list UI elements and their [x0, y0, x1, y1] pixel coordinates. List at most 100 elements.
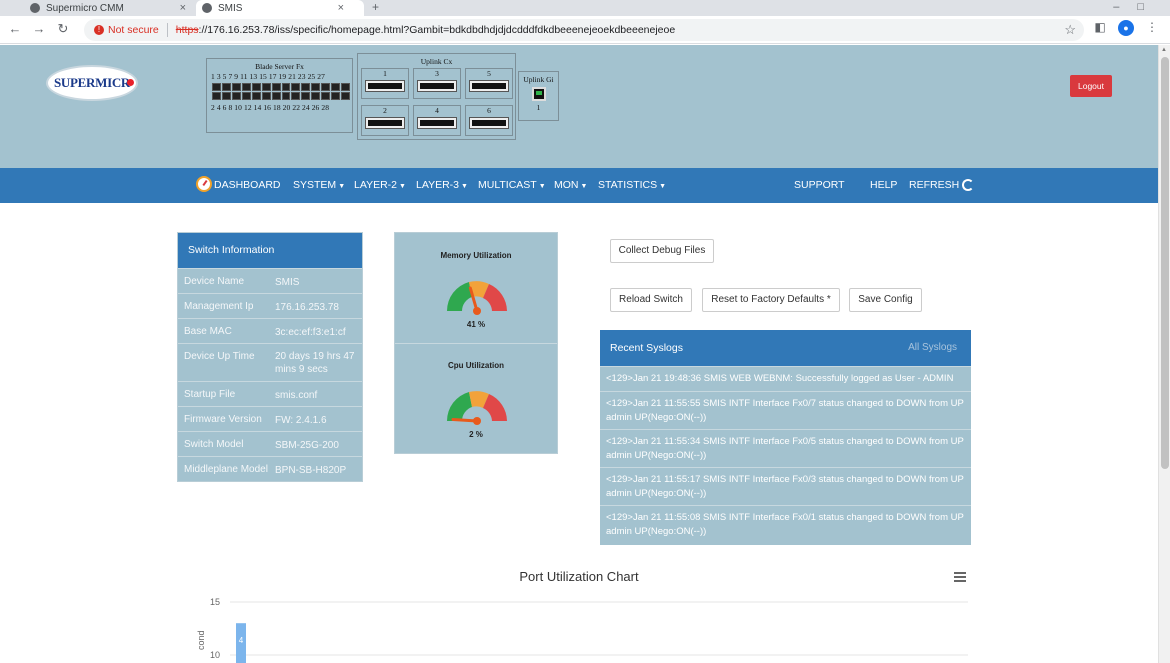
menu-icon[interactable]: ⋮: [1144, 20, 1160, 36]
all-syslogs-link[interactable]: All Syslogs: [908, 330, 957, 366]
blade-port[interactable]: [321, 83, 331, 91]
profile-avatar-icon[interactable]: ●: [1118, 20, 1134, 36]
forward-icon[interactable]: →: [30, 20, 48, 38]
nav-system[interactable]: SYSTEM ▼: [293, 168, 345, 204]
blade-port[interactable]: [251, 92, 261, 100]
caret-down-icon: ▼: [659, 183, 667, 190]
blade-port[interactable]: [341, 92, 350, 100]
blade-port[interactable]: [301, 92, 311, 100]
caret-down-icon: ▼: [338, 183, 346, 190]
blade-port[interactable]: [271, 83, 281, 91]
blade-port[interactable]: [321, 92, 331, 100]
nav-refresh[interactable]: REFRESH: [909, 168, 975, 203]
blade-port[interactable]: [212, 83, 221, 91]
close-icon[interactable]: ×: [338, 0, 344, 16]
uplink-gi-panel: Uplink Gi 1: [518, 71, 559, 121]
url-input[interactable]: ! Not secure https ://176.16.253.78/iss/…: [84, 19, 1084, 41]
switch-info-title: Switch Information: [178, 233, 362, 268]
nav-label: MULTICAST: [478, 179, 537, 191]
uplink-cx-port[interactable]: 1: [361, 68, 409, 99]
nav-multicast[interactable]: MULTICAST ▼: [478, 168, 546, 204]
blade-port[interactable]: [291, 92, 301, 100]
syslog-entry: <129>Jan 21 11:55:08 SMIS INTF Interface…: [600, 505, 971, 543]
scrollbar-thumb[interactable]: [1161, 57, 1169, 469]
uplink-cx-port[interactable]: 5: [465, 68, 513, 99]
port-jack-icon: [365, 80, 405, 92]
memory-gauge-dial: [446, 281, 507, 315]
not-secure-label[interactable]: Not secure: [108, 24, 159, 36]
nav-layer-3[interactable]: LAYER-3 ▼: [416, 168, 468, 204]
nav-statistics[interactable]: STATISTICS ▼: [598, 168, 666, 204]
gauge-value: 41 %: [466, 320, 486, 329]
blade-port[interactable]: [311, 92, 321, 100]
info-row: Firmware Version FW: 2.4.1.6: [178, 406, 362, 431]
blade-port[interactable]: [291, 83, 301, 91]
blade-port[interactable]: [341, 83, 350, 91]
uplink-gi-port-icon[interactable]: [531, 87, 546, 101]
close-icon[interactable]: ×: [180, 0, 186, 16]
back-icon[interactable]: ←: [6, 20, 24, 38]
port-number: 2: [383, 106, 387, 115]
gauge-hub: [473, 417, 481, 425]
blade-port[interactable]: [301, 83, 311, 91]
uplink-cx-port[interactable]: 3: [413, 68, 461, 99]
bookmark-star-icon[interactable]: ☆: [1064, 22, 1076, 38]
info-row: Management Ip 176.16.253.78: [178, 293, 362, 318]
cpu-gauge-dial: [446, 391, 507, 425]
new-tab-button[interactable]: +: [372, 0, 379, 14]
blade-port[interactable]: [231, 92, 241, 100]
nav-help[interactable]: HELP: [870, 168, 897, 203]
nav-dashboard[interactable]: DASHBOARD: [196, 168, 281, 203]
blade-port[interactable]: [271, 92, 281, 100]
tab-smis[interactable]: SMIS ×: [196, 0, 364, 16]
port-jack-icon: [417, 117, 457, 129]
uplink-cx-port[interactable]: 4: [413, 105, 461, 136]
blade-port[interactable]: [331, 83, 341, 91]
chart-menu-icon[interactable]: [954, 572, 966, 584]
app-header: SUPERMICR Blade Server Fx 1 3 5 7 9 11 1…: [0, 45, 1158, 168]
info-key: Device Up Time: [184, 351, 255, 362]
scroll-up-icon[interactable]: ▲: [1161, 47, 1167, 53]
info-key: Switch Model: [184, 439, 244, 450]
info-key: Startup File: [184, 389, 236, 400]
info-key: Management Ip: [184, 301, 254, 312]
warning-icon: !: [94, 25, 104, 35]
uplink-cx-port[interactable]: 2: [361, 105, 409, 136]
port-number: 1: [383, 69, 387, 78]
side-panel-icon[interactable]: ◧: [1092, 20, 1108, 36]
reload-icon[interactable]: ↻: [54, 20, 72, 38]
window-controls[interactable]: –□: [1113, 0, 1162, 14]
logout-button[interactable]: Logout: [1070, 75, 1112, 97]
gauge-hub: [473, 307, 481, 315]
tab-title: Supermicro CMM: [46, 2, 124, 14]
save-config-button[interactable]: Save Config: [849, 288, 922, 312]
blade-port[interactable]: [331, 92, 341, 100]
blade-port[interactable]: [281, 83, 291, 91]
collect-debug-files-button[interactable]: Collect Debug Files: [610, 239, 714, 263]
uplink-cx-port[interactable]: 6: [465, 105, 513, 136]
page-scrollbar[interactable]: ▲: [1158, 45, 1170, 663]
blade-server-panel: Blade Server Fx 1 3 5 7 9 11 13 15 17 19…: [206, 58, 353, 133]
reset-factory-defaults-button[interactable]: Reset to Factory Defaults *: [702, 288, 840, 312]
blade-port[interactable]: [261, 83, 271, 91]
blade-port[interactable]: [281, 92, 291, 100]
blade-port[interactable]: [261, 92, 271, 100]
caret-down-icon: ▼: [461, 183, 468, 190]
blade-port[interactable]: [212, 92, 221, 100]
nav-mon[interactable]: MON ▼: [554, 168, 587, 204]
blade-port[interactable]: [221, 83, 231, 91]
browser-actions: ◧ ● ⋮: [1092, 20, 1160, 36]
blade-port[interactable]: [311, 83, 321, 91]
blade-port[interactable]: [221, 92, 231, 100]
blade-port[interactable]: [241, 92, 251, 100]
nav-layer-2[interactable]: LAYER-2 ▼: [354, 168, 406, 204]
nav-label: REFRESH: [909, 179, 960, 191]
tab-supermicro-cmm[interactable]: Supermicro CMM ×: [24, 0, 194, 16]
blade-port[interactable]: [251, 83, 261, 91]
nav-label: LAYER-2: [354, 179, 397, 191]
nav-support[interactable]: SUPPORT: [794, 168, 845, 203]
reload-switch-button[interactable]: Reload Switch: [610, 288, 692, 312]
blade-port[interactable]: [241, 83, 251, 91]
main-nav: DASHBOARD SYSTEM ▼ LAYER-2 ▼ LAYER-3 ▼ MULT…: [0, 168, 1158, 203]
blade-port[interactable]: [231, 83, 241, 91]
